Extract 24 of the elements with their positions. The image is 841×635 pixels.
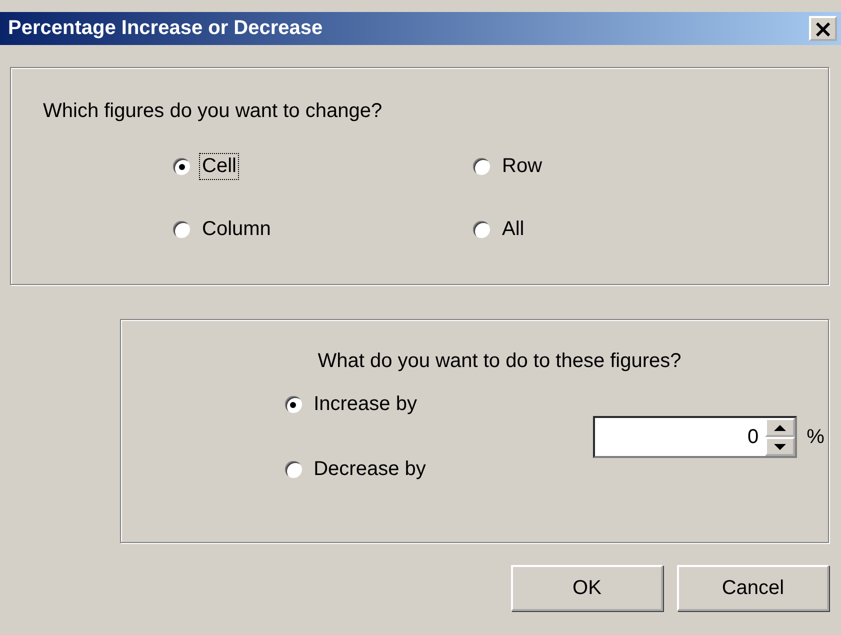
close-button[interactable]: × bbox=[809, 16, 837, 41]
dialog-button[interactable]: Cancel bbox=[677, 565, 829, 611]
radio-label[interactable]: All bbox=[499, 216, 528, 243]
spin-up-button[interactable] bbox=[764, 418, 795, 437]
question-text: Which figures do you want to change? bbox=[43, 100, 384, 123]
radio-label[interactable]: Decrease by bbox=[310, 456, 429, 483]
radio-button[interactable] bbox=[284, 461, 302, 478]
down-arrow-icon bbox=[772, 442, 787, 450]
unit-label: % bbox=[806, 426, 824, 448]
radio-button[interactable] bbox=[173, 221, 190, 238]
radio-button[interactable] bbox=[284, 396, 302, 413]
question-text: What do you want to do to these figures? bbox=[318, 350, 682, 373]
radio-label[interactable]: Cell bbox=[199, 153, 240, 180]
radio-label[interactable]: Increase by bbox=[310, 391, 420, 418]
radio-button[interactable] bbox=[173, 158, 190, 175]
radio-button[interactable] bbox=[473, 158, 490, 175]
number-field[interactable]: 0 bbox=[592, 416, 797, 458]
up-arrow-icon bbox=[772, 424, 787, 432]
spin-down-button[interactable] bbox=[764, 437, 795, 456]
dialog-button[interactable]: OK bbox=[511, 565, 663, 611]
window-title: Percentage Increase or Decrease bbox=[8, 17, 323, 40]
radio-label[interactable]: Row bbox=[499, 153, 546, 180]
radio-button[interactable] bbox=[473, 221, 490, 238]
radio-label[interactable]: Column bbox=[199, 216, 274, 243]
